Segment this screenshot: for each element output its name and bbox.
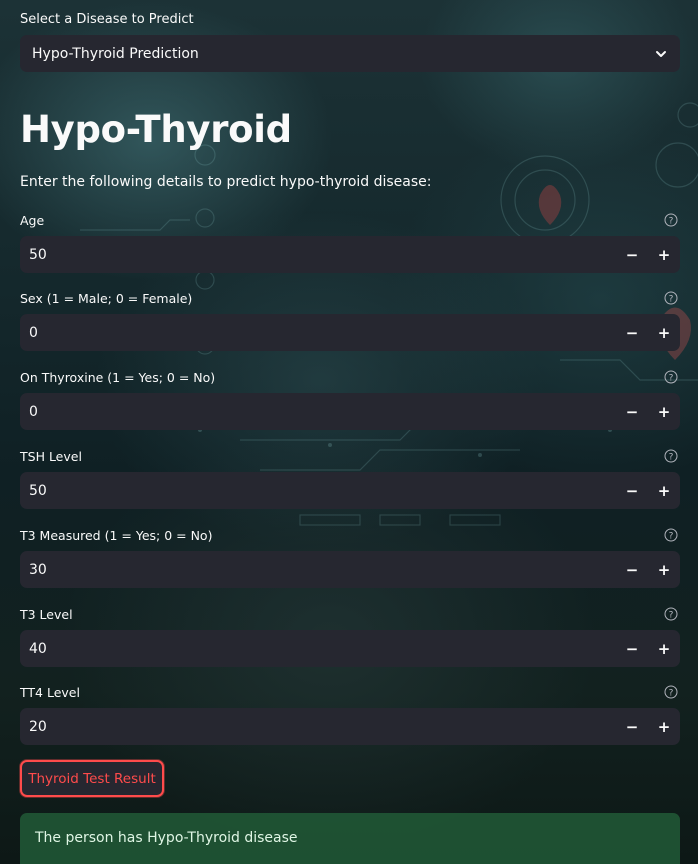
tt4-level-value[interactable]: 20 bbox=[20, 719, 616, 735]
tsh-level-input[interactable]: 50 − + bbox=[20, 472, 680, 509]
increment-button[interactable]: + bbox=[648, 551, 680, 588]
increment-button[interactable]: + bbox=[648, 236, 680, 273]
increment-button[interactable]: + bbox=[648, 472, 680, 509]
result-success-alert: The person has Hypo-Thyroid disease bbox=[20, 813, 680, 864]
help-icon[interactable]: ? bbox=[664, 213, 678, 227]
t3-measured-input[interactable]: 30 − + bbox=[20, 551, 680, 588]
thyroid-test-result-button[interactable]: Thyroid Test Result bbox=[20, 760, 164, 797]
svg-text:?: ? bbox=[669, 295, 674, 305]
tsh-level-value[interactable]: 50 bbox=[20, 483, 616, 499]
decrement-button[interactable]: − bbox=[616, 314, 648, 351]
help-icon[interactable]: ? bbox=[664, 685, 678, 699]
svg-text:?: ? bbox=[669, 611, 674, 621]
help-icon[interactable]: ? bbox=[664, 607, 678, 621]
svg-text:?: ? bbox=[669, 532, 674, 542]
field-label-t3-measured: T3 Measured (1 = Yes; 0 = No) bbox=[20, 528, 213, 543]
chevron-down-icon bbox=[656, 50, 666, 57]
on-thyroxine-value[interactable]: 0 bbox=[20, 404, 616, 420]
sex-input[interactable]: 0 − + bbox=[20, 314, 680, 351]
svg-text:?: ? bbox=[669, 689, 674, 699]
increment-button[interactable]: + bbox=[648, 393, 680, 430]
field-label-age: Age bbox=[20, 213, 45, 228]
field-label-t3-level: T3 Level bbox=[20, 607, 73, 622]
disease-select[interactable]: Hypo-Thyroid Prediction bbox=[20, 35, 680, 72]
svg-text:?: ? bbox=[669, 374, 674, 384]
disease-select-label: Select a Disease to Predict bbox=[20, 12, 194, 27]
field-label-on-thyroxine: On Thyroxine (1 = Yes; 0 = No) bbox=[20, 370, 216, 385]
svg-text:?: ? bbox=[669, 453, 674, 463]
help-icon[interactable]: ? bbox=[664, 291, 678, 305]
decrement-button[interactable]: − bbox=[616, 393, 648, 430]
result-message: The person has Hypo-Thyroid disease bbox=[35, 830, 298, 846]
field-label-sex: Sex (1 = Male; 0 = Female) bbox=[20, 291, 193, 306]
sex-value[interactable]: 0 bbox=[20, 325, 616, 341]
disease-select-value: Hypo-Thyroid Prediction bbox=[32, 45, 199, 62]
tt4-level-input[interactable]: 20 − + bbox=[20, 708, 680, 745]
page-title: Hypo-Thyroid bbox=[20, 108, 292, 151]
t3-level-value[interactable]: 40 bbox=[20, 641, 616, 657]
increment-button[interactable]: + bbox=[648, 708, 680, 745]
t3-level-input[interactable]: 40 − + bbox=[20, 630, 680, 667]
intro-text: Enter the following details to predict h… bbox=[20, 174, 432, 190]
age-value[interactable]: 50 bbox=[20, 247, 616, 263]
field-label-tsh-level: TSH Level bbox=[20, 449, 82, 464]
increment-button[interactable]: + bbox=[648, 630, 680, 667]
on-thyroxine-input[interactable]: 0 − + bbox=[20, 393, 680, 430]
decrement-button[interactable]: − bbox=[616, 236, 648, 273]
help-icon[interactable]: ? bbox=[664, 449, 678, 463]
help-icon[interactable]: ? bbox=[664, 370, 678, 384]
increment-button[interactable]: + bbox=[648, 314, 680, 351]
t3-measured-value[interactable]: 30 bbox=[20, 562, 616, 578]
decrement-button[interactable]: − bbox=[616, 472, 648, 509]
decrement-button[interactable]: − bbox=[616, 708, 648, 745]
decrement-button[interactable]: − bbox=[616, 630, 648, 667]
svg-text:?: ? bbox=[669, 217, 674, 227]
field-label-tt4-level: TT4 Level bbox=[20, 685, 80, 700]
decrement-button[interactable]: − bbox=[616, 551, 648, 588]
help-icon[interactable]: ? bbox=[664, 528, 678, 542]
age-input[interactable]: 50 − + bbox=[20, 236, 680, 273]
